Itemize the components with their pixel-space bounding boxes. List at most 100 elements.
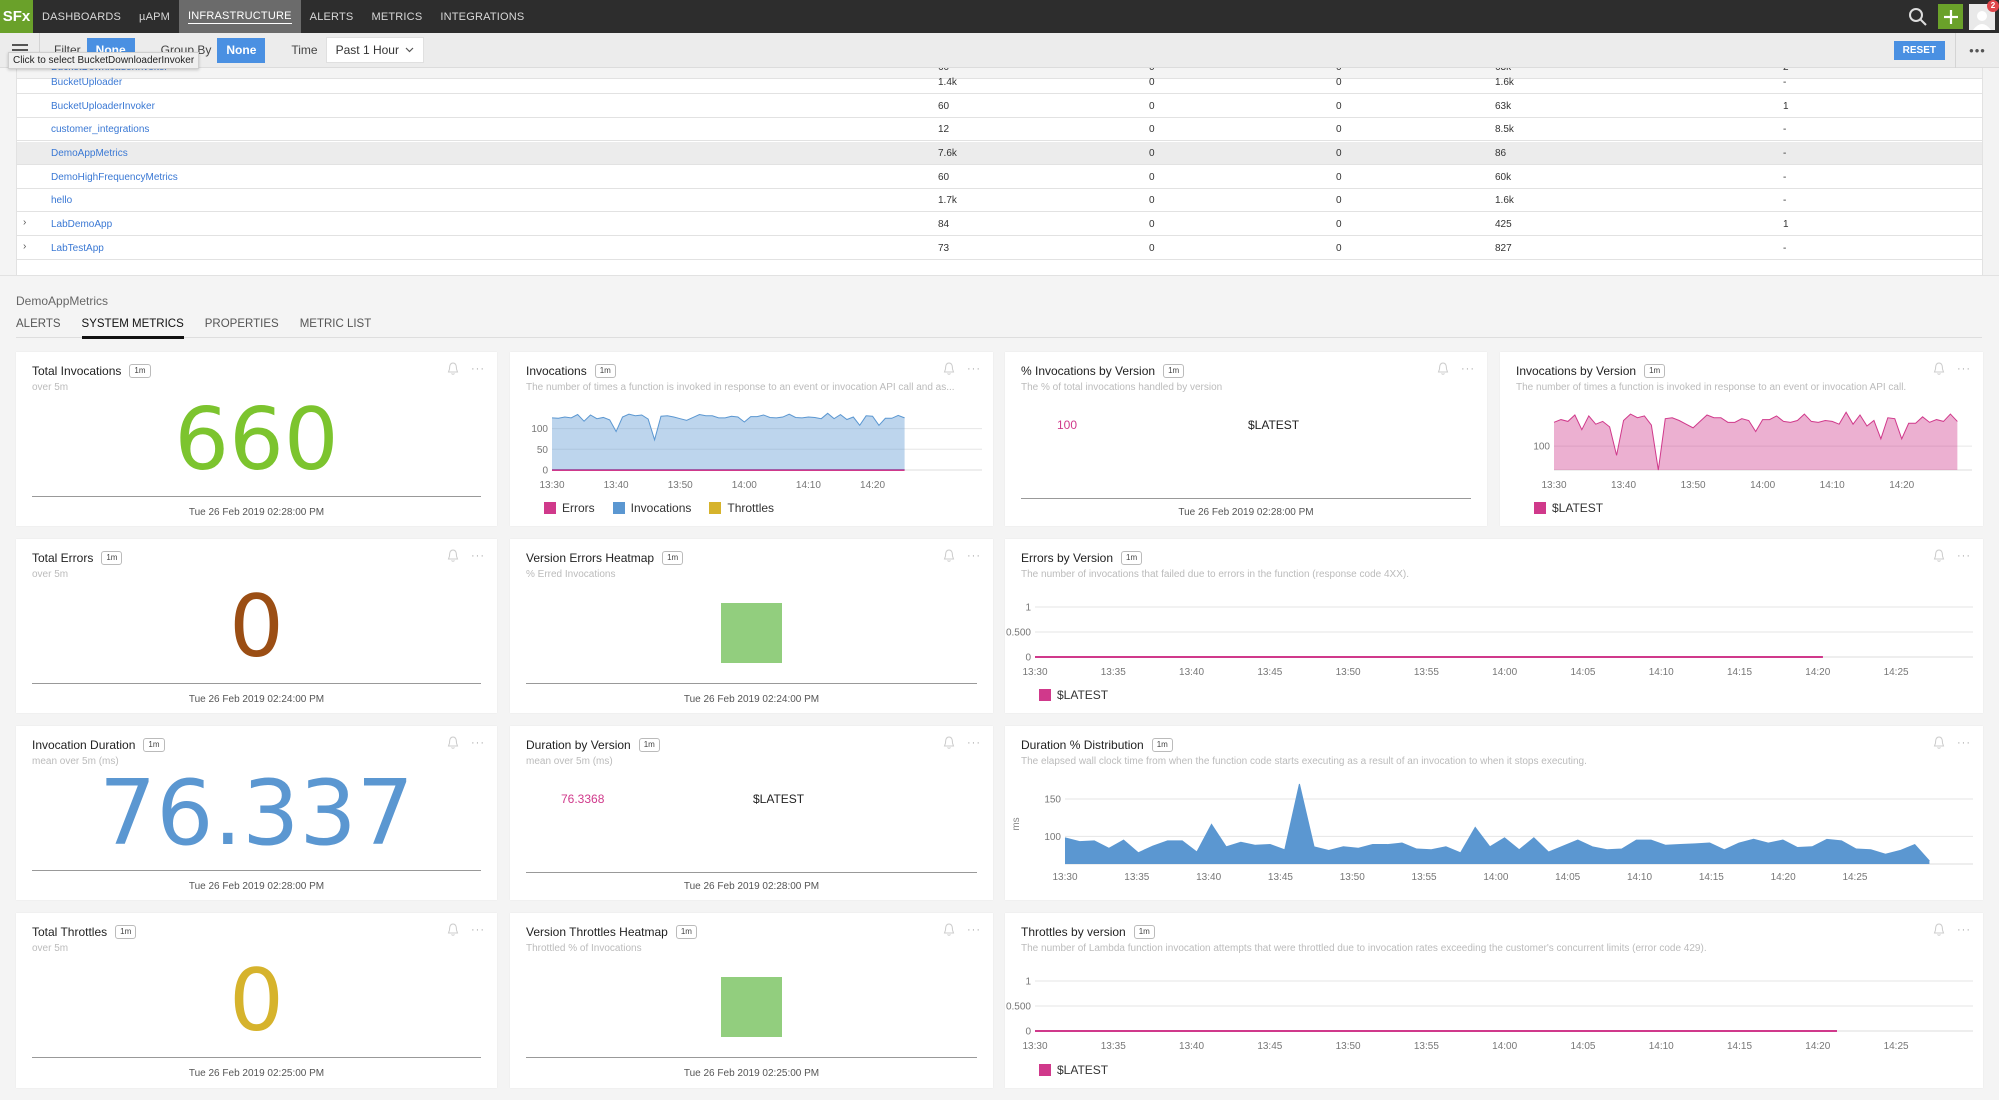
card-subtitle: The % of total invocations handled by ve…	[1021, 382, 1223, 393]
function-name-link[interactable]: customer_integrations	[51, 124, 149, 135]
nav-apm[interactable]: µAPM	[130, 0, 179, 33]
nav-dashboards[interactable]: DASHBOARDS	[33, 0, 130, 33]
invocations-by-version-chart[interactable]: 100 13:30 13:40 13:50 14:00 14:10 14:20	[1500, 400, 1983, 500]
card-menu-icon[interactable]: ···	[967, 737, 981, 749]
duration-distribution-chart[interactable]: 100 150 13:30 13:35 13:40 13:45 13:50 13:55 14:0…	[1005, 774, 1983, 894]
legend-item[interactable]: Throttles	[709, 501, 774, 515]
table-row[interactable]: BucketUploaderInvoker 60 0 0 63k 1	[17, 95, 1982, 118]
bell-icon[interactable]	[1933, 549, 1945, 563]
y-tick-label: 1	[1025, 603, 1031, 614]
card-menu-icon[interactable]: ···	[967, 924, 981, 936]
legend-label: $LATEST	[1057, 688, 1109, 702]
nav-label: METRICS	[371, 10, 423, 23]
table-row[interactable]: hello 1.7k 0 0 1.6k -	[17, 189, 1982, 212]
bell-icon[interactable]	[447, 923, 459, 937]
bell-icon[interactable]	[1437, 362, 1449, 376]
table-row[interactable]: BucketUploader 1.4k 0 0 1.6k -	[17, 71, 1982, 94]
notification-badge[interactable]: 2	[1987, 0, 1999, 12]
tab-metric-list[interactable]: METRIC LIST	[300, 318, 372, 338]
function-name-link[interactable]: DemoAppMetrics	[51, 148, 128, 159]
card-title-text: Total Invocations	[32, 364, 122, 378]
groupby-button[interactable]: None	[217, 37, 266, 63]
more-options-button[interactable]: •••	[1955, 33, 1999, 68]
cell-value: 0	[1149, 243, 1155, 254]
x-tick-label: 14:25	[1842, 872, 1867, 883]
table-row[interactable]: › LabTestApp 73 0 0 827 -	[17, 237, 1982, 260]
search-button[interactable]	[1904, 3, 1932, 31]
card-version-throttles-heatmap: Version Throttles Heatmap 1m Throttled % …	[510, 913, 993, 1088]
card-errors-by-version: Errors by Version 1m The number of invoca…	[1005, 539, 1983, 713]
throttles-by-version-chart[interactable]: 0 0.500 1 13:30 13:35 13:40 13:45 13:50 13:55 14:…	[1005, 961, 1983, 1061]
bell-icon[interactable]	[447, 549, 459, 563]
card-menu-icon[interactable]: ···	[1957, 363, 1971, 375]
bell-icon[interactable]	[943, 362, 955, 376]
y-tick-label: 0	[1025, 653, 1031, 664]
card-menu-icon[interactable]: ···	[1957, 737, 1971, 749]
legend-item[interactable]: $LATEST	[1039, 1063, 1108, 1077]
signalfx-logo[interactable]: SFx	[0, 0, 33, 33]
user-avatar[interactable]: 2	[1969, 0, 1999, 30]
bell-icon[interactable]	[943, 736, 955, 750]
table-row[interactable]: DemoHighFrequencyMetrics 60 0 0 60k -	[17, 166, 1982, 189]
bell-icon[interactable]	[943, 923, 955, 937]
add-button[interactable]	[1938, 4, 1963, 29]
chart-legend: $LATEST	[1039, 1063, 1108, 1077]
nav-metrics[interactable]: METRICS	[362, 0, 431, 33]
table-scrollbar[interactable]	[1982, 68, 1999, 275]
heatmap-cell-latest[interactable]	[721, 603, 782, 663]
card-title-text: Duration % Distribution	[1021, 738, 1144, 752]
function-name-link[interactable]: BucketUploader	[51, 77, 122, 88]
table-row[interactable]: › LabDemoApp 84 0 0 425 1	[17, 213, 1982, 236]
card-menu-icon[interactable]: ···	[967, 363, 981, 375]
bell-icon[interactable]	[1933, 362, 1945, 376]
function-name-link[interactable]: LabTestApp	[51, 243, 104, 254]
reset-button[interactable]: RESET	[1893, 41, 1945, 60]
expand-row-icon[interactable]: ›	[23, 241, 26, 252]
card-menu-icon[interactable]: ···	[471, 737, 485, 749]
card-title-text: Version Errors Heatmap	[526, 551, 655, 565]
resolution-badge: 1m	[1133, 925, 1155, 939]
x-tick-label: 13:35	[1101, 667, 1126, 678]
card-menu-icon[interactable]: ···	[471, 924, 485, 936]
chart-legend: $LATEST	[1534, 501, 1603, 515]
legend-item[interactable]: Invocations	[612, 501, 691, 515]
invocations-chart[interactable]: 0 50 100 13:30 13:40 13:50 14:00 14:10 14:20	[510, 400, 993, 500]
bell-icon[interactable]	[1933, 923, 1945, 937]
card-title: Total Invocations 1m	[32, 364, 151, 378]
value-timestamp: Tue 26 Feb 2019 02:24:00 PM	[683, 694, 820, 705]
version-label: $LATEST	[753, 792, 805, 806]
nav-alerts[interactable]: ALERTS	[301, 0, 363, 33]
function-name-link[interactable]: BucketUploaderInvoker	[51, 101, 155, 112]
bell-icon[interactable]	[1933, 736, 1945, 750]
nav-infrastructure[interactable]: INFRASTRUCTURE	[179, 0, 301, 33]
tab-alerts[interactable]: ALERTS	[16, 318, 61, 338]
nav-integrations[interactable]: INTEGRATIONS	[431, 0, 533, 33]
legend-item[interactable]: $LATEST	[1534, 501, 1603, 515]
table-row[interactable]: DemoAppMetrics 7.6k 0 0 86 -	[17, 142, 1982, 165]
card-menu-icon[interactable]: ···	[1957, 924, 1971, 936]
bell-icon[interactable]	[447, 736, 459, 750]
tab-system-metrics[interactable]: SYSTEM METRICS	[81, 318, 185, 339]
card-menu-icon[interactable]: ···	[471, 363, 485, 375]
card-menu-icon[interactable]: ···	[1461, 363, 1475, 375]
function-name-link[interactable]: DemoHighFrequencyMetrics	[51, 172, 178, 183]
function-name-link[interactable]: LabDemoApp	[51, 219, 112, 230]
tab-properties[interactable]: PROPERTIES	[205, 318, 279, 338]
bell-icon[interactable]	[943, 549, 955, 563]
time-range-select[interactable]: Past 1 Hour	[325, 37, 424, 63]
function-name-link[interactable]: hello	[51, 195, 72, 206]
card-menu-icon[interactable]: ···	[967, 550, 981, 562]
heatmap-cell-latest[interactable]	[721, 977, 782, 1037]
card-actions: ···	[1437, 362, 1475, 376]
bell-icon[interactable]	[447, 362, 459, 376]
card-menu-icon[interactable]: ···	[471, 550, 485, 562]
card-menu-icon[interactable]: ···	[1957, 550, 1971, 562]
errors-by-version-chart[interactable]: 0 0.500 1 13:30 13:35 13:40 13:45 13:50 13:55 14:…	[1005, 587, 1983, 687]
legend-item[interactable]: Errors	[544, 501, 595, 515]
legend-item[interactable]: $LATEST	[1039, 688, 1108, 702]
expand-row-icon[interactable]: ›	[23, 217, 26, 228]
card-actions: ···	[1933, 736, 1971, 750]
x-tick-label: 14:10	[1627, 872, 1652, 883]
table-row[interactable]: customer_integrations 12 0 0 8.5k -	[17, 118, 1982, 141]
cell-value: 63k	[1495, 101, 1512, 112]
